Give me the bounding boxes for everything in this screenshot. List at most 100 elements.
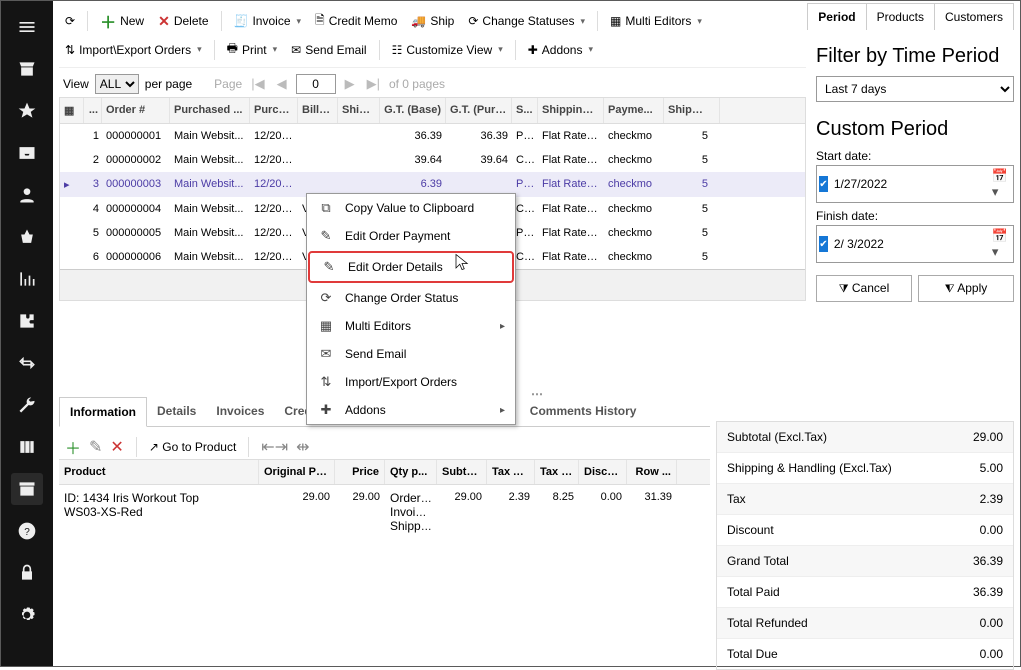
edit-item-button[interactable]: ✎ [89,437,102,457]
cancel-button[interactable]: ⧩ Cancel [816,275,912,302]
ctx-addons[interactable]: ✚Addons [307,396,515,424]
inbox-icon[interactable] [11,137,43,169]
col-shipping[interactable]: Shippin... [664,98,720,123]
col-gt-base[interactable]: G.T. (Base) [380,98,446,123]
sync-icon[interactable] [11,347,43,379]
refresh-button[interactable]: ⟳ [59,10,81,32]
tab-period[interactable]: Period [808,4,866,30]
col-purchased-on[interactable]: Purch... [250,98,298,123]
col-tax-amount[interactable]: Tax A... [487,460,535,484]
customize-view-button[interactable]: ☷Customize View [386,39,509,61]
calendar-icon[interactable]: 📅▾ [989,168,1011,200]
col-orig-price[interactable]: Original Pri... [259,460,335,484]
calendar-icon[interactable]: 📅▾ [989,228,1011,260]
basket-icon[interactable] [11,221,43,253]
collapse-icon[interactable]: ⇤⇥ [261,437,288,457]
col-order[interactable]: Order # [102,98,170,123]
ctx-edit-payment[interactable]: ✎Edit Order Payment [307,222,515,250]
ctx-change-status[interactable]: ⟳Change Order Status [307,284,515,312]
tab-invoices[interactable]: Invoices [206,397,274,426]
col-shipping-info[interactable]: Shipping I... [538,98,604,123]
table-row[interactable]: 1000000001Main Websit...12/20/2...36.393… [60,124,805,148]
chart-icon[interactable] [11,263,43,295]
period-select[interactable]: Last 7 days [816,76,1014,102]
shipping-value: 5.00 [980,461,1003,475]
tab-products[interactable]: Products [867,4,935,30]
ship-button[interactable]: 🚚Ship [405,10,460,32]
columns-icon[interactable] [11,431,43,463]
tab-details[interactable]: Details [147,397,206,426]
import-export-button[interactable]: ⇅Import\Export Orders [59,39,208,61]
archive-icon[interactable] [11,473,43,505]
star-icon[interactable] [11,95,43,127]
lock-icon[interactable] [11,557,43,589]
addons-button[interactable]: ✚Addons [522,39,599,61]
truck-icon: 🚚 [411,14,426,28]
tab-customers[interactable]: Customers [935,4,1013,30]
col-gt-purchased[interactable]: G.T. (Purc... [446,98,512,123]
col-row-total[interactable]: Row ... [627,460,677,484]
col-purchased-from[interactable]: Purchased ... [170,98,250,123]
col-dots[interactable]: ... [84,98,102,123]
last-page-button[interactable]: ▶| [364,76,383,92]
delete-button[interactable]: ✕Delete [152,9,214,34]
finish-date-input[interactable]: ✔ 📅▾ [816,225,1014,263]
cell-product: ID: 1434 Iris Workout TopWS03-XS-Red [59,485,259,539]
col-status[interactable]: S... [512,98,538,123]
gear-icon[interactable] [11,599,43,631]
wrench-icon[interactable] [11,389,43,421]
grid-header: ▦ ... Order # Purchased ... Purch... Bil… [60,98,805,124]
col-ship-to[interactable]: Ship ... [338,98,380,123]
product-row[interactable]: ID: 1434 Iris Workout TopWS03-XS-Red 29.… [59,485,710,539]
view-icon: ☷ [392,43,403,57]
prev-page-button[interactable]: ◀ [274,76,290,92]
start-date-field[interactable] [834,177,989,191]
col-discount[interactable]: Disco... [579,460,627,484]
col-tax-percent[interactable]: Tax P... [535,460,579,484]
col-checkbox[interactable]: ▦ [60,98,84,123]
finish-date-field[interactable] [834,237,989,251]
change-statuses-button[interactable]: ⟳Change Statuses [462,10,591,32]
split-icon[interactable]: ⇹ [296,437,309,457]
col-subtotal[interactable]: Subto... [437,460,487,484]
col-bill-to[interactable]: Bill t... [298,98,338,123]
cell-tax-amount: 2.39 [487,485,535,539]
col-product[interactable]: Product [59,460,259,484]
store-icon[interactable] [11,53,43,85]
first-page-button[interactable]: |◀ [248,76,267,92]
start-date-input[interactable]: ✔ 📅▾ [816,165,1014,203]
col-qty[interactable]: Qty p... [385,460,437,484]
ctx-import-export[interactable]: ⇅Import/Export Orders [307,368,515,396]
new-button[interactable]: ＋New [94,5,150,37]
user-icon[interactable] [11,179,43,211]
per-page-select[interactable]: ALL [95,74,139,94]
ctx-multi-editors[interactable]: ▦Multi Editors [307,312,515,340]
print-button[interactable]: 🖶Print [221,35,284,64]
tab-comments[interactable]: Comments History [520,397,647,426]
ctx-edit-details[interactable]: ✎Edit Order Details [308,251,514,283]
ctx-send-email[interactable]: ✉Send Email [307,340,515,368]
apply-button[interactable]: ⧨ Apply [918,275,1014,302]
page-number-input[interactable] [296,74,336,94]
puzzle-icon[interactable] [11,305,43,337]
next-page-button[interactable]: ▶ [342,76,358,92]
col-price[interactable]: Price [335,460,385,484]
send-email-button[interactable]: ✉Send Email [285,39,372,61]
help-icon[interactable]: ? [11,515,43,547]
table-row[interactable]: 2000000002Main Websit...12/20/2...39.643… [60,148,805,172]
invoice-button[interactable]: 🧾Invoice [228,10,308,32]
discount-label: Discount [727,523,774,537]
remove-item-button[interactable]: ✕ [110,437,123,457]
add-item-button[interactable]: ＋ [65,435,81,459]
menu-icon[interactable] [11,11,43,43]
filter-panel: Filter by Time Period Last 7 days Custom… [816,41,1014,302]
credit-memo-button[interactable]: 🗎Credit Memo [309,7,403,36]
plus-icon: ＋ [100,9,116,33]
col-payment[interactable]: Payme... [604,98,664,123]
tab-information[interactable]: Information [59,397,147,427]
total-due-value: 0.00 [980,647,1003,661]
multi-editors-button[interactable]: ▦Multi Editors [604,10,708,32]
go-to-product-button[interactable]: ↗ Go to Product [149,440,236,454]
ctx-copy[interactable]: ⧉Copy Value to Clipboard [307,194,515,222]
filter-tabs: Period Products Customers [807,3,1014,30]
